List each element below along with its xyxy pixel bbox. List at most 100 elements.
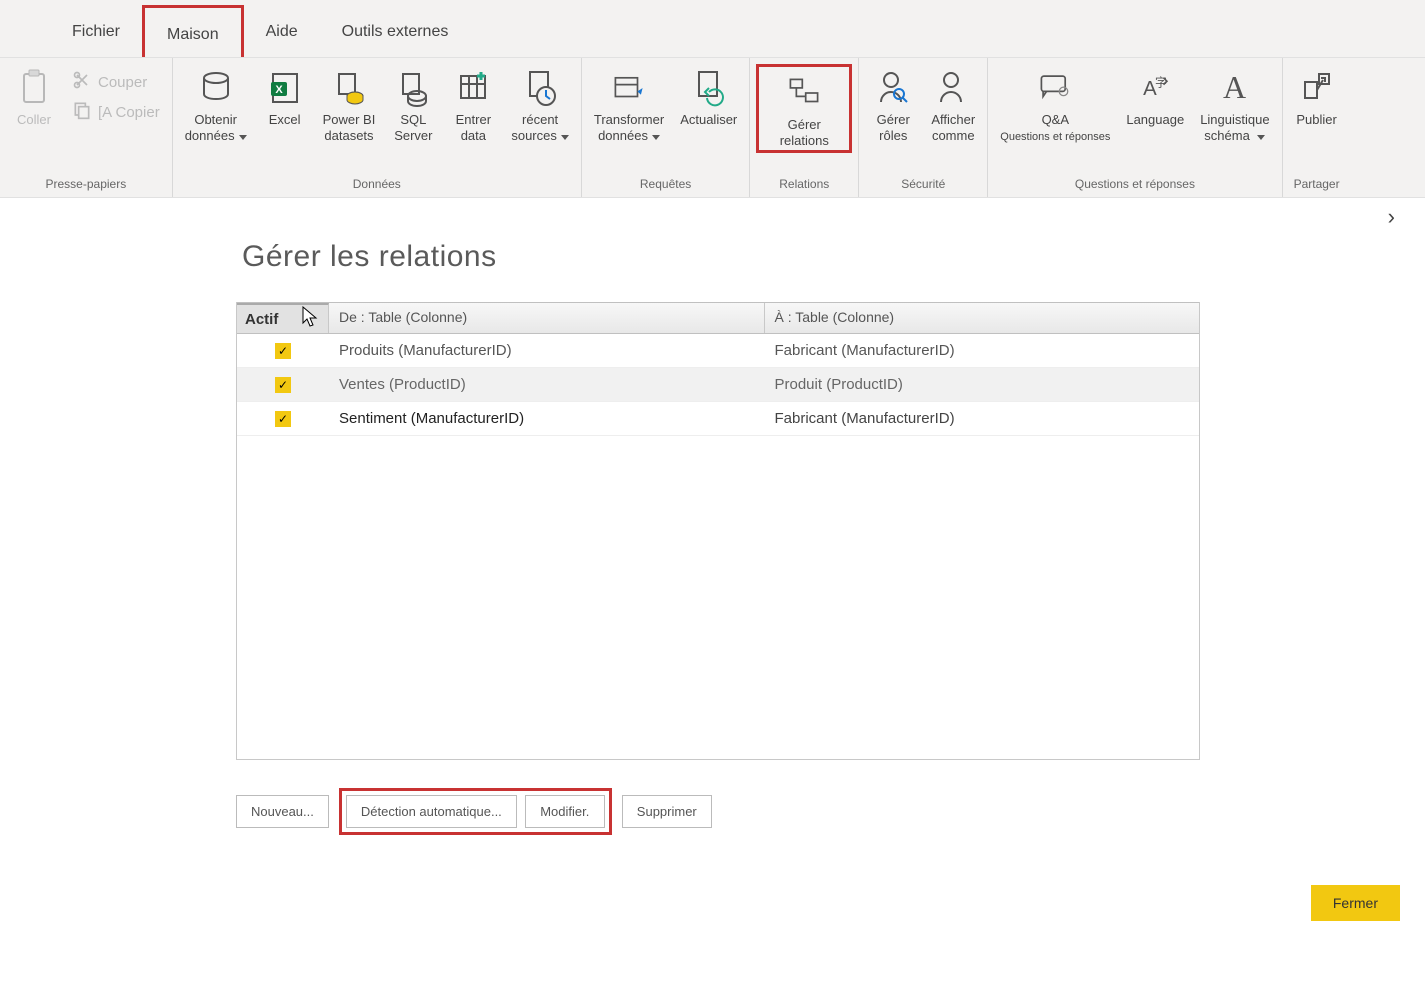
relations-table: Actif De : Table (Colonne) À : Table (Co… (236, 302, 1200, 760)
gerer-relations-button[interactable]: Gérerrelations (756, 64, 852, 153)
dialog-button-row: Nouveau... Détection automatique... Modi… (236, 788, 1425, 835)
supprimer-button[interactable]: Supprimer (622, 795, 712, 828)
coller-label: Coller (17, 112, 51, 128)
entrer-label-2: data (461, 128, 486, 143)
cell-from: Sentiment (ManufacturerID) (329, 410, 765, 427)
column-header-from[interactable]: De : Table (Colonne) (329, 303, 765, 333)
tab-fichier[interactable]: Fichier (50, 5, 142, 57)
relations-table-header: Actif De : Table (Colonne) À : Table (Co… (237, 302, 1199, 334)
table-plus-icon (456, 68, 490, 108)
publier-button[interactable]: Publier (1293, 64, 1341, 132)
gerer-relations-label-1: Gérer (788, 117, 821, 132)
active-checkbox[interactable]: ✓ (275, 411, 291, 427)
ling-label-1: Linguistique (1200, 112, 1269, 127)
modifier-button[interactable]: Modifier. (525, 795, 605, 828)
clipboard-actions: Couper [A Copier (70, 64, 162, 128)
highlighted-buttons: Détection automatique... Modifier. (339, 788, 612, 835)
coller-button[interactable]: Coller (10, 64, 58, 132)
copier-button[interactable]: [A Copier (72, 100, 160, 124)
publish-icon (1300, 68, 1334, 108)
linguistique-button[interactable]: A Linguistiqueschéma (1198, 64, 1271, 147)
dataset-icon (332, 68, 366, 108)
queries-group-label: Requêtes (592, 173, 739, 195)
qa-setup-button[interactable]: Q&AQuestions et réponses (998, 64, 1112, 148)
refresh-icon (692, 68, 726, 108)
cell-to: Produit (ProductID) (765, 376, 1200, 393)
tab-maison[interactable]: Maison (142, 5, 244, 57)
pbi-label-1: Power BI (323, 112, 376, 127)
excel-label: Excel (269, 112, 301, 128)
cell-to: Fabricant (ManufacturerID) (765, 342, 1200, 359)
fermer-button[interactable]: Fermer (1311, 885, 1400, 921)
transformer-label-1: Transformer (594, 112, 664, 127)
obtenir-label-2: données (185, 128, 235, 143)
cell-from: Ventes (ProductID) (329, 376, 765, 393)
recent-sources-button[interactable]: récentsources (509, 64, 571, 147)
excel-icon: X (268, 68, 302, 108)
language-label: Language (1126, 112, 1184, 128)
ribbon: Coller Couper [A Copier Presse-papiers O… (0, 58, 1425, 198)
gerer-roles-label-2: rôles (879, 128, 907, 143)
actualiser-label: Actualiser (680, 112, 737, 128)
transform-icon (612, 68, 646, 108)
relations-table-body: ✓ Produits (ManufacturerID) Fabricant (M… (237, 334, 1199, 759)
sql-server-button[interactable]: SQLServer (389, 64, 437, 147)
user-view-icon (936, 68, 970, 108)
afficher-comme-button[interactable]: Affichercomme (929, 64, 977, 147)
cell-to: Fabricant (ManufacturerID) (765, 410, 1200, 427)
copier-label: [A Copier (98, 104, 160, 121)
ribbon-group-clipboard: Coller Couper [A Copier Presse-papiers (0, 58, 173, 197)
column-header-actif[interactable]: Actif (237, 303, 329, 333)
tab-aide[interactable]: Aide (244, 5, 320, 57)
close-row: Fermer (236, 835, 1425, 921)
couper-button[interactable]: Couper (72, 70, 147, 94)
ling-label-2: schéma (1204, 128, 1250, 143)
ribbon-group-security: Gérerrôles Affichercomme Sécurité (859, 58, 988, 197)
relations-icon (787, 73, 821, 113)
relations-group-label: Relations (750, 173, 858, 195)
ribbon-group-data: Obtenirdonnées X Excel Power BIdatasets … (173, 58, 582, 197)
ribbon-group-share: Publier Partager (1283, 58, 1351, 197)
active-checkbox[interactable]: ✓ (275, 343, 291, 359)
publier-label: Publier (1296, 112, 1336, 128)
afficher-label-1: Afficher (931, 112, 975, 127)
clipboard-icon (17, 68, 51, 108)
pbi-label-2: datasets (324, 128, 373, 143)
qa-group-label: Questions et réponses (998, 173, 1271, 195)
column-header-to[interactable]: À : Table (Colonne) (765, 303, 1200, 333)
couper-label: Couper (98, 74, 147, 91)
security-group-label: Sécurité (869, 173, 977, 195)
nouveau-button[interactable]: Nouveau... (236, 795, 329, 828)
language-button[interactable]: A字 Language (1124, 64, 1186, 132)
actualiser-button[interactable]: Actualiser (678, 64, 739, 132)
ribbon-group-qa: Q&AQuestions et réponses A字 Language A L… (988, 58, 1282, 197)
obtenir-label-1: Obtenir (194, 112, 237, 127)
excel-button[interactable]: X Excel (261, 64, 309, 132)
chevron-row: › (0, 198, 1425, 230)
tab-outils-externes[interactable]: Outils externes (320, 5, 471, 57)
svg-text:X: X (275, 84, 283, 96)
data-group-label: Données (183, 173, 571, 195)
chevron-right-icon[interactable]: › (1388, 204, 1395, 230)
obtenir-donnees-button[interactable]: Obtenirdonnées (183, 64, 249, 147)
powerbi-datasets-button[interactable]: Power BIdatasets (321, 64, 378, 147)
sql-label-1: SQL (400, 112, 426, 127)
copy-icon (72, 100, 92, 120)
recent-label-1: récent (522, 112, 558, 127)
entrer-data-button[interactable]: Entrerdata (449, 64, 497, 147)
table-row[interactable]: ✓ Produits (ManufacturerID) Fabricant (M… (237, 334, 1199, 368)
user-search-icon (876, 68, 910, 108)
table-row[interactable]: ✓ Sentiment (ManufacturerID) Fabricant (… (237, 402, 1199, 436)
share-group-label: Partager (1293, 173, 1341, 195)
scissors-icon (72, 70, 92, 90)
database-icon (199, 68, 233, 108)
qa-label-1: Q&A (1042, 112, 1069, 127)
table-row[interactable]: ✓ Ventes (ProductID) Produit (ProductID) (237, 368, 1199, 402)
gerer-roles-button[interactable]: Gérerrôles (869, 64, 917, 147)
transformer-donnees-button[interactable]: Transformerdonnées (592, 64, 666, 147)
dialog-title: Gérer les relations (242, 240, 1425, 274)
detection-auto-button[interactable]: Détection automatique... (346, 795, 517, 828)
active-checkbox[interactable]: ✓ (275, 377, 291, 393)
sql-label-2: Server (394, 128, 432, 143)
manage-relations-dialog: Gérer les relations Actif De : Table (Co… (0, 240, 1425, 921)
